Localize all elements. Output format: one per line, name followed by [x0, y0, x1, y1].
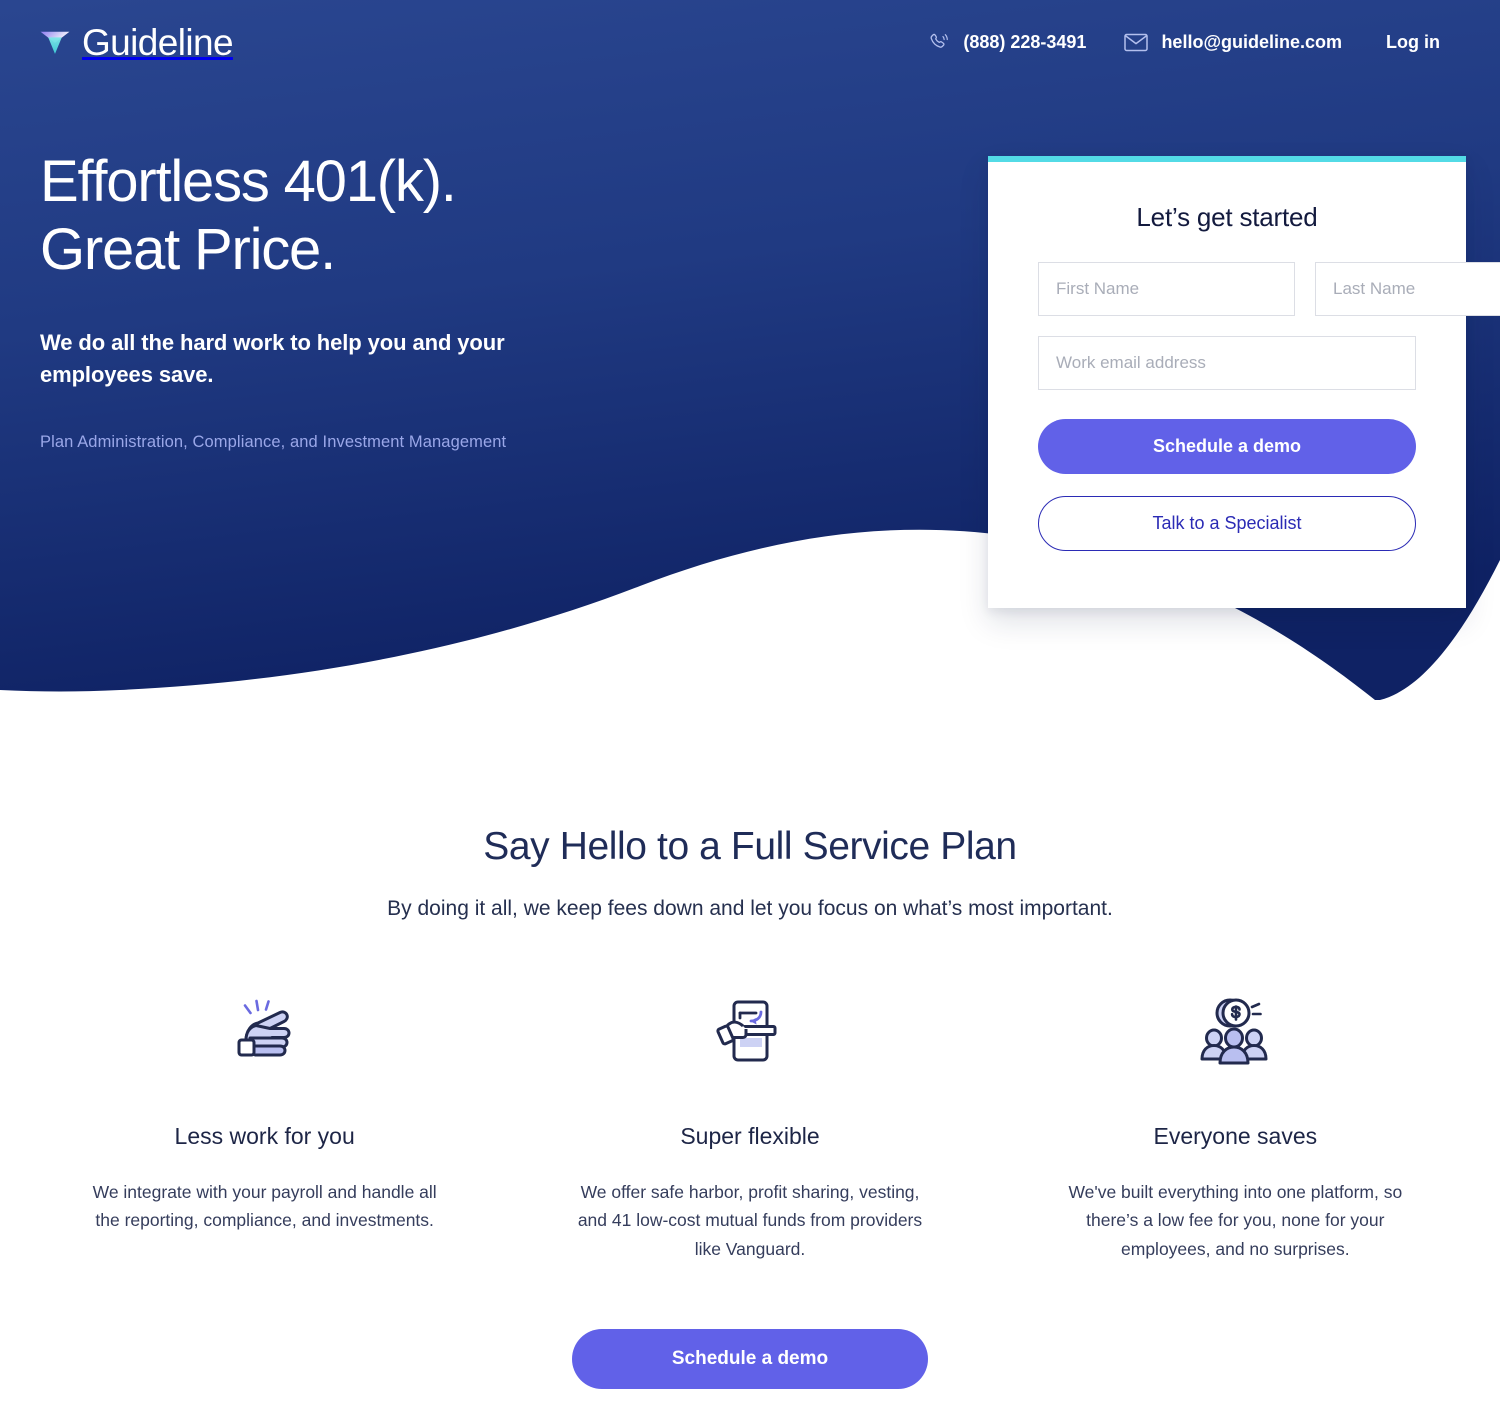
- feature-icon-wrap: [1015, 983, 1456, 1079]
- hero-headline-line-1: Effortless 401(k).: [40, 149, 457, 214]
- feature-title: Less work for you: [174, 1123, 355, 1149]
- services-header: Say Hello to a Full Service Plan By doin…: [0, 700, 1500, 921]
- feature-description: We offer safe harbor, profit sharing, ve…: [577, 1182, 923, 1259]
- schedule-demo-cta-button[interactable]: Schedule a demo: [572, 1329, 928, 1390]
- email-link[interactable]: hello@guideline.com: [1124, 32, 1342, 53]
- pointing-hand-icon: [237, 999, 291, 1057]
- hand-adjusting-document-icon: [716, 1000, 777, 1062]
- hero-copy: Effortless 401(k). Great Price. We do al…: [40, 148, 820, 452]
- hero-headline: Effortless 401(k). Great Price.: [40, 148, 820, 285]
- people-with-coin-icon: [1200, 998, 1268, 1065]
- hero-headline-line-2: Great Price.: [40, 217, 336, 283]
- login-link[interactable]: Log in: [1386, 32, 1440, 53]
- name-fields-row: [1038, 262, 1500, 316]
- feature-card: Less work for you We integrate with your…: [22, 983, 507, 1263]
- guideline-triangle-logo-icon: [40, 31, 70, 54]
- envelope-icon: [1124, 33, 1149, 51]
- card-body: Let’s get started Schedule a demo Talk t…: [988, 162, 1500, 551]
- services-section: Say Hello to a Full Service Plan By doin…: [0, 700, 1500, 1390]
- brand-name: Guideline: [82, 21, 234, 63]
- feature-description: We've built everything into one platform…: [1068, 1182, 1403, 1259]
- feature-icon-wrap: [529, 983, 970, 1079]
- schedule-demo-button[interactable]: Schedule a demo: [1038, 419, 1416, 474]
- phone-link[interactable]: (888) 228-3491: [928, 31, 1086, 53]
- work-email-input[interactable]: [1038, 336, 1416, 390]
- first-name-input[interactable]: [1038, 262, 1295, 316]
- contact-nav: (888) 228-3491 hello@guideline.com Log i…: [928, 31, 1440, 53]
- last-name-input[interactable]: [1315, 262, 1500, 316]
- hero-subheadline: We do all the hard work to help you and …: [40, 329, 505, 387]
- top-navigation-bar: Guideline (888) 228-3491 hello@guideline…: [0, 0, 1500, 84]
- feature-icon-wrap: [44, 983, 485, 1079]
- feature-card: Everyone saves We've built everything in…: [993, 983, 1478, 1263]
- talk-to-specialist-button[interactable]: Talk to a Specialist: [1038, 496, 1416, 551]
- landing-page: Guideline (888) 228-3491 hello@guideline…: [0, 0, 1500, 1406]
- services-title: Say Hello to a Full Service Plan: [483, 825, 1017, 868]
- phone-number: (888) 228-3491: [963, 31, 1087, 52]
- services-subtitle: By doing it all, we keep fees down and l…: [387, 897, 1113, 920]
- feature-description: We integrate with your payroll and handl…: [92, 1182, 437, 1231]
- section-cta-wrap: Schedule a demo: [0, 1329, 1500, 1390]
- brand-logo[interactable]: Guideline: [38, 21, 234, 63]
- card-title: Let’s get started: [1136, 202, 1318, 232]
- feature-card: Super flexible We offer safe harbor, pro…: [507, 983, 992, 1263]
- features-grid: Less work for you We integrate with your…: [0, 983, 1500, 1263]
- phone-icon: [930, 33, 949, 48]
- hero-service-note: Plan Administration, Compliance, and Inv…: [40, 432, 507, 451]
- email-address: hello@guideline.com: [1161, 31, 1343, 52]
- lead-capture-card: Let’s get started Schedule a demo Talk t…: [988, 156, 1500, 608]
- feature-title: Everyone saves: [1153, 1123, 1318, 1149]
- feature-title: Super flexible: [680, 1123, 820, 1149]
